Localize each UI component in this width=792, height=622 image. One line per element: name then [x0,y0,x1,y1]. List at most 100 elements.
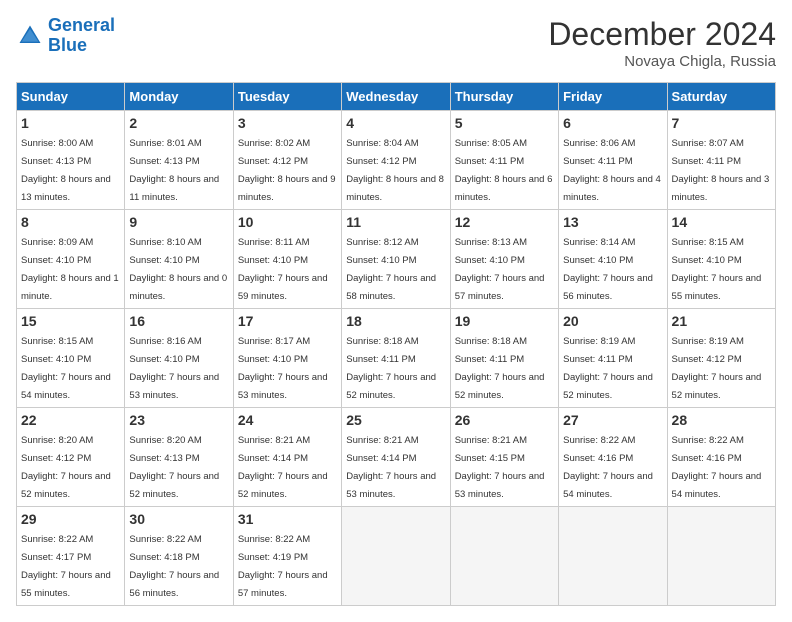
calendar-cell: 21Sunrise: 8:19 AMSunset: 4:12 PMDayligh… [667,309,775,408]
day-number: 6 [563,115,662,131]
calendar-cell: 2Sunrise: 8:01 AMSunset: 4:13 PMDaylight… [125,111,233,210]
day-number: 11 [346,214,445,230]
day-number: 4 [346,115,445,131]
cell-details: Sunrise: 8:10 AMSunset: 4:10 PMDaylight:… [129,237,227,302]
day-number: 26 [455,412,554,428]
day-number: 9 [129,214,228,230]
day-number: 1 [21,115,120,131]
day-header-friday: Friday [559,83,667,111]
calendar-cell: 13Sunrise: 8:14 AMSunset: 4:10 PMDayligh… [559,210,667,309]
cell-details: Sunrise: 8:15 AMSunset: 4:10 PMDaylight:… [672,237,762,302]
calendar-cell: 18 Sunrise: 8:18 AMSunset: 4:11 PMDayligh… [342,309,450,408]
day-number: 16 [129,313,228,329]
calendar-cell: 10 Sunrise: 8:11 AMSunset: 4:10 PMDayligh… [233,210,341,309]
logo-text: General Blue [48,16,115,56]
day-number: 30 [129,511,228,527]
cell-details: Sunrise: 8:22 AMSunset: 4:16 PMDaylight:… [672,435,762,500]
calendar-cell: 20 Sunrise: 8:19 AMSunset: 4:11 PMDayligh… [559,309,667,408]
location-subtitle: Novaya Chigla, Russia [548,53,776,70]
cell-details: Sunrise: 8:05 AMSunset: 4:11 PMDaylight:… [455,138,553,203]
cell-details: Sunrise: 8:02 AMSunset: 4:12 PMDaylight:… [238,138,336,203]
cell-details: Sunrise: 8:19 AMSunset: 4:11 PMDaylight:… [563,336,653,401]
day-number: 22 [21,412,120,428]
day-number: 3 [238,115,337,131]
cell-details: Sunrise: 8:19 AMSunset: 4:12 PMDaylight:… [672,336,762,401]
day-header-thursday: Thursday [450,83,558,111]
calendar-cell: 16 Sunrise: 8:16 AMSunset: 4:10 PMDayligh… [125,309,233,408]
cell-details: Sunrise: 8:06 AMSunset: 4:11 PMDaylight:… [563,138,661,203]
calendar-cell [667,507,775,606]
calendar-cell: 1 Sunrise: 8:00 AMSunset: 4:13 PMDaylight… [17,111,125,210]
cell-details: Sunrise: 8:22 AMSunset: 4:16 PMDaylight:… [563,435,653,500]
calendar-cell: 5 Sunrise: 8:05 AMSunset: 4:11 PMDaylight… [450,111,558,210]
logo: General Blue [16,16,115,56]
logo-general: General [48,15,115,35]
cell-details: Sunrise: 8:20 AMSunset: 4:12 PMDaylight:… [21,435,111,500]
cell-details: Sunrise: 8:18 AMSunset: 4:11 PMDaylight:… [455,336,545,401]
cell-details: Sunrise: 8:16 AMSunset: 4:10 PMDaylight:… [129,336,219,401]
cell-details: Sunrise: 8:04 AMSunset: 4:12 PMDaylight:… [346,138,444,203]
day-number: 14 [672,214,771,230]
day-number: 2 [129,115,228,131]
calendar-cell: 31 Sunrise: 8:22 AMSunset: 4:19 PMDayligh… [233,507,341,606]
cell-details: Sunrise: 8:21 AMSunset: 4:14 PMDaylight:… [238,435,328,500]
page-header: General Blue December 2024 Novaya Chigla… [16,16,776,70]
title-block: December 2024 Novaya Chigla, Russia [548,16,776,70]
calendar-cell [342,507,450,606]
calendar-cell: 9 Sunrise: 8:10 AMSunset: 4:10 PMDaylight… [125,210,233,309]
header-row: SundayMondayTuesdayWednesdayThursdayFrid… [17,83,776,111]
calendar-cell [559,507,667,606]
day-header-wednesday: Wednesday [342,83,450,111]
cell-details: Sunrise: 8:13 AMSunset: 4:10 PMDaylight:… [455,237,545,302]
day-header-monday: Monday [125,83,233,111]
month-title: December 2024 [548,16,776,53]
cell-details: Sunrise: 8:17 AMSunset: 4:10 PMDaylight:… [238,336,328,401]
calendar-cell: 23Sunrise: 8:20 AMSunset: 4:13 PMDayligh… [125,408,233,507]
cell-details: Sunrise: 8:11 AMSunset: 4:10 PMDaylight:… [238,237,328,302]
calendar-cell: 4 Sunrise: 8:04 AMSunset: 4:12 PMDaylight… [342,111,450,210]
calendar-cell: 15 Sunrise: 8:15 AMSunset: 4:10 PMDayligh… [17,309,125,408]
day-number: 18 [346,313,445,329]
day-number: 23 [129,412,228,428]
calendar-cell: 3 Sunrise: 8:02 AMSunset: 4:12 PMDaylight… [233,111,341,210]
calendar-cell: 14 Sunrise: 8:15 AMSunset: 4:10 PMDayligh… [667,210,775,309]
calendar-cell: 29 Sunrise: 8:22 AMSunset: 4:17 PMDayligh… [17,507,125,606]
calendar-cell: 17 Sunrise: 8:17 AMSunset: 4:10 PMDayligh… [233,309,341,408]
cell-details: Sunrise: 8:22 AMSunset: 4:17 PMDaylight:… [21,534,111,599]
day-number: 8 [21,214,120,230]
day-number: 10 [238,214,337,230]
day-number: 5 [455,115,554,131]
week-row-2: 8Sunrise: 8:09 AMSunset: 4:10 PMDaylight… [17,210,776,309]
logo-blue: Blue [48,35,87,55]
logo-icon [16,22,44,50]
week-row-5: 29 Sunrise: 8:22 AMSunset: 4:17 PMDayligh… [17,507,776,606]
calendar-cell: 22 Sunrise: 8:20 AMSunset: 4:12 PMDayligh… [17,408,125,507]
cell-details: Sunrise: 8:22 AMSunset: 4:18 PMDaylight:… [129,534,219,599]
day-number: 20 [563,313,662,329]
day-header-saturday: Saturday [667,83,775,111]
cell-details: Sunrise: 8:21 AMSunset: 4:14 PMDaylight:… [346,435,436,500]
cell-details: Sunrise: 8:07 AMSunset: 4:11 PMDaylight:… [672,138,770,203]
day-number: 17 [238,313,337,329]
calendar-cell: 11Sunrise: 8:12 AMSunset: 4:10 PMDayligh… [342,210,450,309]
cell-details: Sunrise: 8:18 AMSunset: 4:11 PMDaylight:… [346,336,436,401]
cell-details: Sunrise: 8:00 AMSunset: 4:13 PMDaylight:… [21,138,111,203]
calendar-cell: 6 Sunrise: 8:06 AMSunset: 4:11 PMDaylight… [559,111,667,210]
calendar-cell: 24 Sunrise: 8:21 AMSunset: 4:14 PMDayligh… [233,408,341,507]
calendar-cell: 30 Sunrise: 8:22 AMSunset: 4:18 PMDayligh… [125,507,233,606]
day-number: 31 [238,511,337,527]
day-number: 15 [21,313,120,329]
day-number: 12 [455,214,554,230]
week-row-3: 15 Sunrise: 8:15 AMSunset: 4:10 PMDayligh… [17,309,776,408]
calendar-cell: 25Sunrise: 8:21 AMSunset: 4:14 PMDayligh… [342,408,450,507]
day-number: 27 [563,412,662,428]
day-number: 24 [238,412,337,428]
cell-details: Sunrise: 8:15 AMSunset: 4:10 PMDaylight:… [21,336,111,401]
cell-details: Sunrise: 8:21 AMSunset: 4:15 PMDaylight:… [455,435,545,500]
calendar-cell: 8Sunrise: 8:09 AMSunset: 4:10 PMDaylight… [17,210,125,309]
day-header-sunday: Sunday [17,83,125,111]
cell-details: Sunrise: 8:22 AMSunset: 4:19 PMDaylight:… [238,534,328,599]
cell-details: Sunrise: 8:14 AMSunset: 4:10 PMDaylight:… [563,237,653,302]
day-number: 28 [672,412,771,428]
day-number: 29 [21,511,120,527]
